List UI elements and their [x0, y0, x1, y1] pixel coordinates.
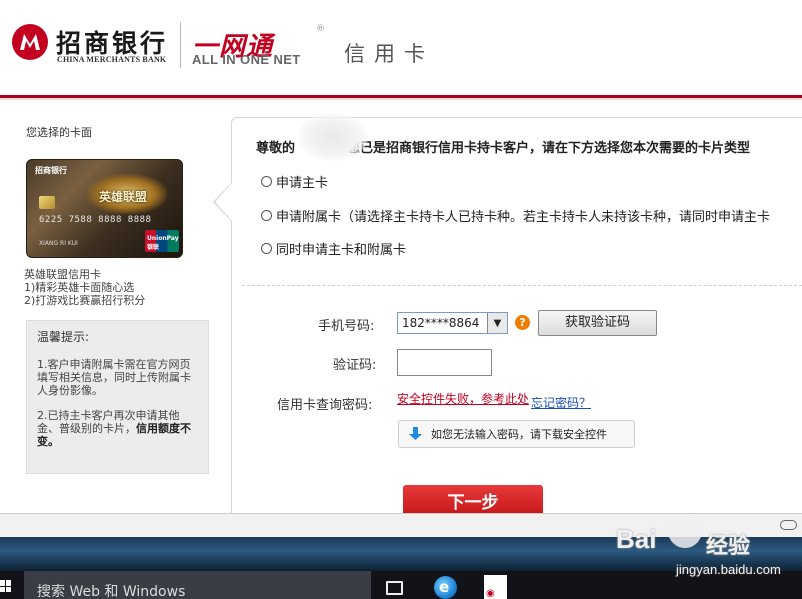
section-divider — [242, 285, 802, 286]
redaction-blur — [298, 113, 368, 161]
forgot-password-link[interactable]: 忘记密码？ — [531, 394, 591, 411]
tips-item-1: 1.客户申请附属卡需在官方网页填写相关信息，同时上传附属卡人身份影像。 — [37, 358, 191, 397]
download-icon — [409, 427, 422, 440]
brand-name-en: ALL IN ONE NET — [192, 52, 301, 67]
download-hint: 如您无法输入密码，请下载安全控件 — [431, 428, 607, 441]
watermark-brand: Bai — [616, 524, 657, 554]
option-label: 申请主卡 — [276, 176, 329, 191]
card-description: 英雄联盟信用卡 1)精彩英雄卡面随心选 2)打游戏比赛赢招行积分 — [24, 268, 145, 307]
headline-suffix: 您已是招商银行信用卡持卡客户，请在下方选择您本次需要的卡片类型 — [347, 141, 751, 156]
ie-letter-icon: e — [439, 578, 450, 596]
card-holder: XIANG RI KUI — [39, 240, 78, 247]
get-code-button[interactable]: 获取验证码 — [538, 310, 657, 336]
baidu-paw-icon — [668, 514, 702, 548]
taskbar-search-placeholder[interactable]: 搜索 Web 和 Windows — [37, 581, 185, 599]
code-label: 验证码: — [333, 358, 377, 373]
watermark-url: jingyan.baidu.com — [676, 562, 781, 577]
control-fail-link[interactable]: 安全控件失败，参考此处 — [397, 390, 529, 407]
registered-mark: ® — [316, 24, 325, 34]
credit-card-image: 招商银行 英雄联盟 6225 7588 8888 8888 XIANG RI K… — [26, 159, 183, 258]
radio-button[interactable] — [261, 210, 272, 221]
radio-button[interactable] — [261, 243, 272, 254]
option-both-cards[interactable]: 同时申请主卡和附属卡 — [261, 239, 406, 258]
status-glasses-icon[interactable] — [780, 520, 797, 530]
tips-title: 温馨提示: — [37, 330, 90, 344]
watermark-brand-suffix: 经验 — [706, 534, 751, 559]
unionpay-label: UnionPay 银联 — [147, 235, 179, 251]
tips-box: 温馨提示: 1.客户申请附属卡需在官方网页填写相关信息，同时上传附属卡人身份影像… — [26, 320, 209, 474]
chevron-down-icon[interactable]: ▼ — [487, 313, 507, 333]
card-name: 英雄联盟信用卡 — [24, 268, 101, 281]
app-lips-icon: ◉ — [486, 588, 495, 599]
cmb-logo-mark-icon — [20, 34, 40, 50]
task-view-icon[interactable] — [386, 581, 403, 595]
option-primary-card[interactable]: 申请主卡 — [261, 172, 328, 191]
card-feature-1: 1)精彩英雄卡面随心选 — [24, 281, 135, 294]
header-shadow — [0, 98, 802, 100]
option-label: 同时申请主卡和附属卡 — [276, 243, 407, 258]
windows-start-icon[interactable] — [0, 580, 12, 592]
headline-prefix: 尊敬的 — [256, 141, 296, 156]
phone-label: 手机号码: — [318, 319, 375, 334]
section-title: 信用卡 — [344, 42, 434, 66]
selected-card-title: 您选择的卡面 — [26, 126, 92, 139]
option-supplementary-card[interactable]: 申请附属卡（请选择主卡持卡人已持卡种。若主卡持卡人未持该卡种，请同时申请主卡 — [261, 206, 770, 225]
bank-name-en: CHINA MERCHANTS BANK — [57, 55, 167, 64]
card-bank-label: 招商银行 — [35, 166, 67, 175]
card-chip-icon — [39, 196, 55, 209]
radio-button[interactable] — [261, 176, 272, 187]
card-logo-text: 英雄联盟 — [99, 190, 148, 204]
password-label: 信用卡查询密码: — [277, 398, 373, 413]
header-divider — [180, 22, 181, 68]
verification-code-input[interactable] — [397, 349, 492, 376]
tips-item-2: 2.已持主卡客户再次申请其他金、普级别的卡片，信用额度不变。 — [37, 409, 198, 448]
help-icon[interactable]: ? — [515, 315, 530, 330]
download-control-button[interactable]: 如您无法输入密码，请下载安全控件 — [398, 420, 635, 448]
card-number: 6225 7588 8888 8888 — [39, 215, 152, 225]
card-feature-2: 2)打游戏比赛赢招行积分 — [24, 294, 146, 307]
panel-pointer-inner — [215, 183, 232, 221]
option-label: 申请附属卡（请选择主卡持卡人已持卡种。若主卡持卡人未持该卡种，请同时申请主卡 — [276, 210, 771, 225]
